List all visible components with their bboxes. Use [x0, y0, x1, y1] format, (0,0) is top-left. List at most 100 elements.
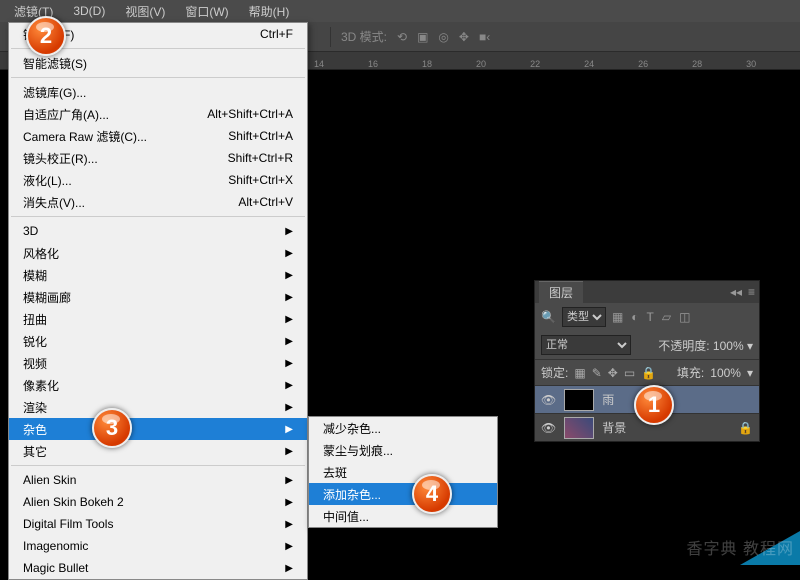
filter-kind-select[interactable]: 类型	[562, 307, 606, 327]
menu-item-label: 去斑	[323, 464, 347, 481]
move-icon[interactable]: ✥	[459, 30, 469, 44]
filter-video[interactable]: 视频▶	[9, 352, 307, 374]
filter-blur-gallery[interactable]: 模糊画廊▶	[9, 286, 307, 308]
filter-magic-bullet[interactable]: Magic Bullet ▶	[9, 557, 307, 579]
filter-alien-skin-bokeh[interactable]: Alien Skin Bokeh 2 ▶	[9, 491, 307, 513]
layers-tab[interactable]: 图层	[539, 281, 583, 303]
step-badge-1: 1	[634, 385, 674, 425]
menu-window[interactable]: 窗口(W)	[177, 1, 236, 22]
menu-item-label: Camera Raw 滤镜(C)...	[23, 128, 147, 145]
cube-icon[interactable]: ▣	[417, 30, 428, 44]
menu-item-shortcut: Shift+Ctrl+A	[228, 129, 293, 143]
submenu-arrow-icon: ▶	[285, 402, 293, 413]
filter-pixel-icon[interactable]: ▦	[612, 310, 623, 324]
lock-position-icon[interactable]: ✥	[608, 366, 618, 380]
panel-collapse-icon[interactable]: ◂◂	[730, 285, 742, 299]
filter-sharpen[interactable]: 锐化▶	[9, 330, 307, 352]
lock-pixels-icon[interactable]: ✎	[592, 366, 602, 380]
filter-gallery[interactable]: 滤镜库(G)...	[9, 81, 307, 103]
menu-item-label: 模糊画廊	[23, 289, 71, 306]
menu-help[interactable]: 帮助(H)	[241, 1, 298, 22]
filter-adjust-icon[interactable]: ◐	[631, 310, 638, 324]
menu-item-label: 像素化	[23, 377, 59, 394]
noise-submenu: 减少杂色... 蒙尘与划痕... 去斑 添加杂色... 中间值...	[308, 416, 498, 528]
submenu-arrow-icon: ▶	[285, 358, 293, 369]
filter-smart[interactable]: 智能滤镜(S)	[9, 52, 307, 74]
chevron-down-icon[interactable]: ▾	[747, 366, 753, 380]
opacity-value[interactable]: 100%	[713, 339, 744, 353]
opacity-label: 不透明度:	[658, 339, 709, 353]
noise-median[interactable]: 中间值...	[309, 505, 497, 527]
filter-type-icon[interactable]: T	[647, 310, 654, 324]
submenu-arrow-icon: ▶	[285, 336, 293, 347]
ruler-mark: 20	[476, 59, 486, 69]
blend-mode-select[interactable]: 正常	[541, 335, 631, 355]
filter-blur[interactable]: 模糊 ▶	[9, 264, 307, 286]
chevron-down-icon[interactable]: ▾	[747, 339, 753, 353]
3d-mode-label: 3D 模式:	[341, 28, 387, 45]
ruler-mark: 24	[584, 59, 594, 69]
ruler-mark: 26	[638, 59, 648, 69]
filter-alien-skin[interactable]: Alien Skin▶	[9, 469, 307, 491]
submenu-arrow-icon: ▶	[285, 563, 293, 574]
filter-lens-correction[interactable]: 镜头校正(R)...Shift+Ctrl+R	[9, 147, 307, 169]
filter-other[interactable]: 其它▶	[9, 440, 307, 462]
noise-dust-scratch[interactable]: 蒙尘与划痕...	[309, 439, 497, 461]
filter-imagenomic[interactable]: Imagenomic▶	[9, 535, 307, 557]
layer-thumbnail[interactable]	[564, 417, 594, 439]
filter-digital-film-tools[interactable]: Digital Film Tools▶	[9, 513, 307, 535]
menu-item-shortcut: Shift+Ctrl+X	[228, 173, 293, 187]
noise-add-noise[interactable]: 添加杂色...	[309, 483, 497, 505]
menu-item-label: Magic Bullet	[23, 561, 88, 575]
step-badge-2: 2	[26, 16, 66, 56]
filter-smart-icon[interactable]: ◫	[679, 310, 690, 324]
layer-name[interactable]: 背景	[602, 419, 626, 436]
submenu-arrow-icon: ▶	[285, 424, 293, 435]
lock-all-icon[interactable]: 🔒	[641, 366, 656, 380]
visibility-icon[interactable]: 👁	[541, 421, 556, 435]
menu-item-label: Digital Film Tools	[23, 517, 113, 531]
filter-liquify[interactable]: 液化(L)...Shift+Ctrl+X	[9, 169, 307, 191]
submenu-arrow-icon: ▶	[285, 497, 293, 508]
menu-item-label: 其它	[23, 443, 47, 460]
filter-shape-icon[interactable]: ▱	[662, 310, 671, 324]
lock-transparency-icon[interactable]: ▦	[574, 366, 585, 380]
filter-3d[interactable]: 3D▶	[9, 220, 307, 242]
step-badge-3: 3	[92, 408, 132, 448]
ruler-mark: 16	[368, 59, 378, 69]
lock-artboard-icon[interactable]: ▭	[624, 366, 635, 380]
fill-value[interactable]: 100%	[710, 366, 741, 380]
menu-item-label: Alien Skin Bokeh 2	[23, 495, 124, 509]
submenu-arrow-icon: ▶	[285, 270, 293, 281]
menu-item-label: 3D	[23, 224, 38, 238]
menu-3d[interactable]: 3D(D)	[65, 2, 113, 20]
layer-name[interactable]: 雨	[602, 391, 614, 408]
filter-render[interactable]: 渲染▶	[9, 396, 307, 418]
camera-icon[interactable]: ■‹	[479, 30, 490, 44]
filter-adaptive-wide[interactable]: 自适应广角(A)...Alt+Shift+Ctrl+A	[9, 103, 307, 125]
ruler-mark: 22	[530, 59, 540, 69]
filter-vanishing-point[interactable]: 消失点(V)...Alt+Ctrl+V	[9, 191, 307, 213]
target-icon[interactable]: ◎	[438, 30, 448, 44]
menu-item-label: 中间值...	[323, 508, 369, 525]
visibility-icon[interactable]: 👁	[541, 393, 556, 407]
filter-distort[interactable]: 扭曲▶	[9, 308, 307, 330]
filter-camera-raw[interactable]: Camera Raw 滤镜(C)... Shift+Ctrl+A	[9, 125, 307, 147]
submenu-arrow-icon: ▶	[285, 314, 293, 325]
layer-thumbnail[interactable]	[564, 389, 594, 411]
noise-despeckle[interactable]: 去斑	[309, 461, 497, 483]
menu-separator	[11, 465, 305, 466]
filter-stylize[interactable]: 风格化▶	[9, 242, 307, 264]
menu-view[interactable]: 视图(V)	[117, 1, 173, 22]
filter-noise[interactable]: 杂色▶	[9, 418, 307, 440]
menu-item-label: 模糊	[23, 267, 47, 284]
orbit-icon[interactable]: ⟲	[397, 30, 407, 44]
ruler-mark: 28	[692, 59, 702, 69]
lock-fill-row: 锁定: ▦ ✎ ✥ ▭ 🔒 填充: 100% ▾	[535, 359, 759, 385]
menu-item-label: 滤镜库(G)...	[23, 84, 86, 101]
filter-pixelate[interactable]: 像素化▶	[9, 374, 307, 396]
menu-item-label: 自适应广角(A)...	[23, 106, 109, 123]
panel-menu-icon[interactable]: ≡	[748, 285, 755, 299]
submenu-arrow-icon: ▶	[285, 248, 293, 259]
noise-reduce[interactable]: 减少杂色...	[309, 417, 497, 439]
